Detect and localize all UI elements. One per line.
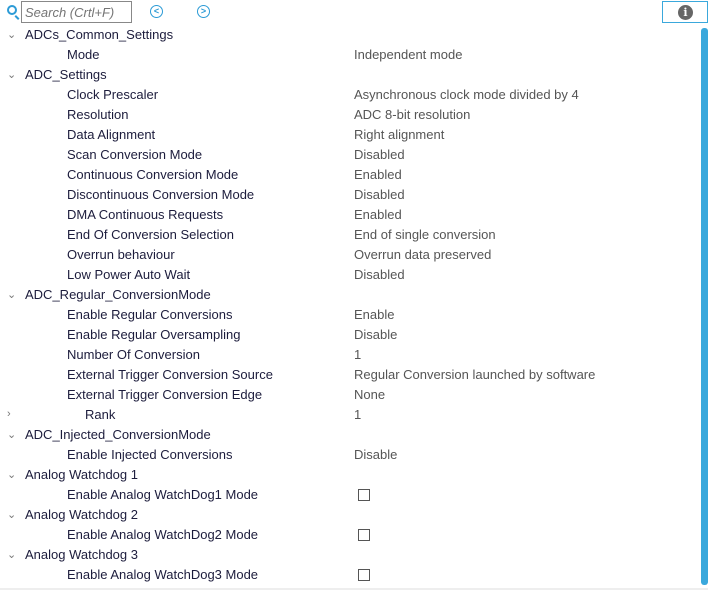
tree-group[interactable]: ⌄ Analog Watchdog 1 (0, 465, 700, 485)
param-label: Low Power Auto Wait (67, 267, 191, 282)
chevron-down-icon[interactable]: ⌄ (7, 505, 16, 525)
param-label: Overrun behaviour (67, 247, 175, 262)
param-label: External Trigger Conversion Source (67, 367, 273, 382)
param-label: Clock Prescaler (67, 87, 159, 102)
tree-group[interactable]: ⌄ ADC_Settings (0, 65, 700, 85)
tree-group[interactable]: ⌄ ADC_Regular_ConversionMode (0, 285, 700, 305)
group-label: ADCs_Common_Settings (25, 27, 174, 42)
param-label: Number Of Conversion (67, 347, 200, 362)
checkbox[interactable] (358, 529, 370, 541)
checkbox[interactable] (358, 569, 370, 581)
param-value[interactable]: Disable (354, 445, 397, 465)
param-value[interactable]: Overrun data preserved (354, 245, 491, 265)
param-value[interactable]: Disabled (354, 145, 405, 165)
param-label: External Trigger Conversion Edge (67, 387, 263, 402)
chevron-down-icon[interactable]: ⌄ (7, 285, 16, 305)
param-label: Rank (85, 407, 116, 422)
tree-group[interactable]: ⌄ Analog Watchdog 3 (0, 545, 700, 565)
chevron-down-icon[interactable]: ⌄ (7, 545, 16, 565)
tree-row[interactable]: Clock Prescaler Asynchronous clock mode d… (0, 85, 700, 105)
tree-row[interactable]: External Trigger Conversion Edge None (0, 385, 700, 405)
param-value[interactable]: Disable (354, 325, 397, 345)
tree-row[interactable]: Enable Regular Oversampling Disable (0, 325, 700, 345)
tree-group[interactable]: ⌄ ADCs_Common_Settings (0, 25, 700, 45)
param-value[interactable]: None (354, 385, 385, 405)
param-value[interactable]: Disabled (354, 265, 405, 285)
param-label: Enable Injected Conversions (67, 447, 233, 462)
param-label: DMA Continuous Requests (67, 207, 224, 222)
param-label: Enable Analog WatchDog2 Mode (67, 527, 259, 542)
param-label: Mode (67, 47, 100, 62)
param-value[interactable]: Regular Conversion launched by software (354, 365, 595, 385)
next-icon[interactable]: > (197, 5, 210, 18)
tree-row[interactable]: Enable Analog WatchDog1 Mode (0, 485, 700, 505)
tree-group[interactable]: ⌄ ADC_Injected_ConversionMode (0, 425, 700, 445)
tree-row[interactable]: Data Alignment Right alignment (0, 125, 700, 145)
checkbox[interactable] (358, 489, 370, 501)
param-label: Enable Analog WatchDog3 Mode (67, 567, 259, 582)
param-label: Enable Regular Conversions (67, 307, 233, 322)
tree-row[interactable]: Continuous Conversion Mode Enabled (0, 165, 700, 185)
tree-row[interactable]: End Of Conversion Selection End of single… (0, 225, 700, 245)
param-label: Discontinuous Conversion Mode (67, 187, 255, 202)
param-value[interactable]: 1 (354, 345, 361, 365)
group-label: ADC_Settings (25, 67, 107, 82)
tree-group[interactable]: ⌄ Analog Watchdog 2 (0, 505, 700, 525)
param-label: Scan Conversion Mode (67, 147, 203, 162)
chevron-down-icon[interactable]: ⌄ (7, 25, 16, 45)
tree-row[interactable]: Discontinuous Conversion Mode Disabled (0, 185, 700, 205)
param-value[interactable]: Enabled (354, 205, 402, 225)
group-label: Analog Watchdog 1 (25, 467, 138, 482)
chevron-down-icon[interactable]: ⌄ (7, 425, 16, 445)
tree-row[interactable]: Scan Conversion Mode Disabled (0, 145, 700, 165)
tree-row[interactable]: External Trigger Conversion Source Regula… (0, 365, 700, 385)
tree-row[interactable]: Number Of Conversion 1 (0, 345, 700, 365)
tree-row[interactable]: Mode Independent mode (0, 45, 700, 65)
param-label: Enable Analog WatchDog1 Mode (67, 487, 259, 502)
tree-row[interactable]: Enable Analog WatchDog2 Mode (0, 525, 700, 545)
search-input[interactable] (21, 1, 132, 23)
param-label: Continuous Conversion Mode (67, 167, 239, 182)
tree-row[interactable]: Low Power Auto Wait Disabled (0, 265, 700, 285)
chevron-down-icon[interactable]: ⌄ (7, 465, 16, 485)
tree-row[interactable]: Enable Analog WatchDog3 Mode (0, 565, 700, 585)
param-label: Data Alignment (67, 127, 156, 142)
tree-row[interactable]: Enable Regular Conversions Enable (0, 305, 700, 325)
group-label: Analog Watchdog 2 (25, 507, 138, 522)
param-label: Resolution (67, 107, 129, 122)
group-label: ADC_Injected_ConversionMode (25, 427, 211, 442)
chevron-right-icon[interactable]: › (7, 404, 11, 424)
tree-row[interactable]: Enable Injected Conversions Disable (0, 445, 700, 465)
group-label: ADC_Regular_ConversionMode (25, 287, 211, 302)
search-icon (7, 5, 17, 15)
info-button[interactable]: i (662, 1, 708, 23)
previous-icon[interactable]: < (150, 5, 163, 18)
scrollbar[interactable] (701, 28, 708, 585)
param-label: Enable Regular Oversampling (67, 327, 241, 342)
parameter-tree: ⌄ ADCs_Common_Settings Mode Independent mod… (0, 25, 700, 585)
param-value[interactable]: ADC 8-bit resolution (354, 105, 470, 125)
param-value[interactable]: Enable (354, 305, 394, 325)
param-value[interactable]: Independent mode (354, 45, 462, 65)
param-value[interactable]: Disabled (354, 185, 405, 205)
chevron-down-icon[interactable]: ⌄ (7, 65, 16, 85)
group-label: Analog Watchdog 3 (25, 547, 138, 562)
param-value[interactable]: End of single conversion (354, 225, 496, 245)
param-value[interactable]: Asynchronous clock mode divided by 4 (354, 85, 579, 105)
param-value[interactable]: Right alignment (354, 125, 444, 145)
param-value[interactable]: Enabled (354, 165, 402, 185)
param-label: End Of Conversion Selection (67, 227, 234, 242)
tree-row[interactable]: Overrun behaviour Overrun data preserved (0, 245, 700, 265)
info-icon: i (678, 5, 693, 20)
toolbar: < > i (0, 0, 708, 25)
tree-row[interactable]: › Rank 1 (0, 405, 700, 425)
tree-row[interactable]: DMA Continuous Requests Enabled (0, 205, 700, 225)
param-value[interactable]: 1 (354, 405, 361, 425)
tree-row[interactable]: Resolution ADC 8-bit resolution (0, 105, 700, 125)
